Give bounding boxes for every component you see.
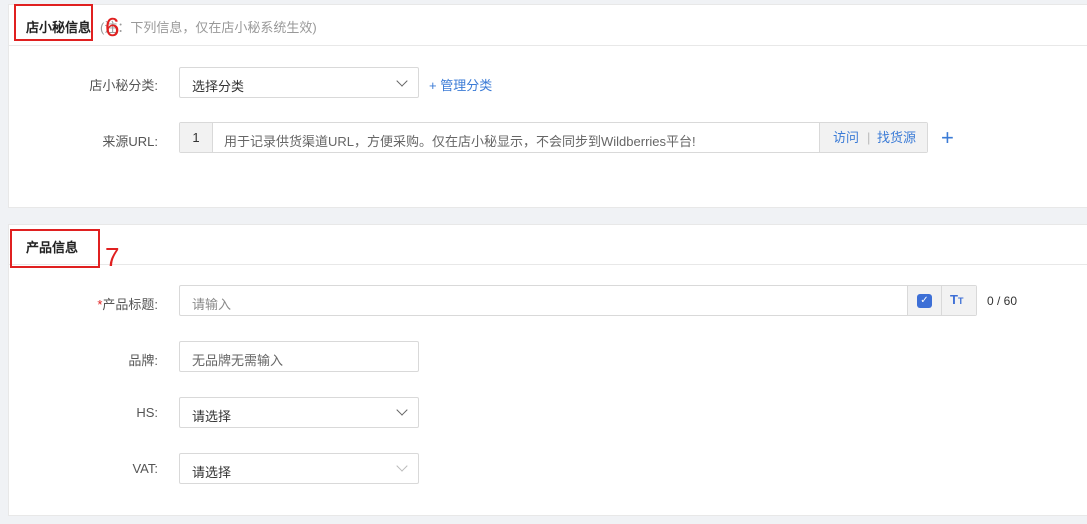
annotation-box-7: [10, 229, 100, 268]
add-url-button[interactable]: +: [941, 127, 954, 149]
annotation-marker-7: 7: [105, 242, 120, 272]
font-case-icon: TT: [950, 292, 964, 307]
chevron-down-icon: [396, 404, 408, 416]
manage-category-link[interactable]: + 管理分类: [429, 75, 492, 94]
font-case-button[interactable]: TT: [941, 286, 976, 315]
annotation-box-6: [14, 4, 93, 41]
store-info-note: (注：下列信息，仅在店小秘系统生效): [100, 20, 317, 35]
brand-input[interactable]: 无品牌无需输入: [179, 341, 419, 372]
category-select-value: 选择分类: [192, 79, 245, 94]
product-info-header: 产品信息: [9, 225, 1087, 265]
hs-select[interactable]: 请选择: [179, 397, 419, 428]
brand-input-placeholder: 无品牌无需输入: [192, 353, 284, 368]
vat-select-placeholder: 请选择: [192, 465, 232, 480]
action-separator: |: [867, 130, 871, 145]
vat-label: VAT:: [132, 461, 158, 476]
category-label: 店小秘分类:: [89, 78, 158, 93]
source-url-label: 来源URL:: [102, 134, 158, 149]
chevron-down-icon: [396, 460, 408, 472]
chevron-down-icon: [396, 75, 408, 87]
annotation-marker-6: 6: [105, 12, 120, 42]
source-url-index: 1: [180, 123, 213, 152]
translate-icon: ✓: [917, 294, 932, 308]
product-title-label: *产品标题:: [0, 294, 158, 313]
product-title-input-group: 请输入 ✓ TT: [179, 285, 977, 316]
vat-select[interactable]: 请选择: [179, 453, 419, 484]
category-select[interactable]: 选择分类: [179, 67, 419, 98]
source-url-input[interactable]: 用于记录供货渠道URL，方便采购。仅在店小秘显示，不会同步到Wildberrie…: [224, 131, 696, 150]
hs-select-placeholder: 请选择: [192, 409, 232, 424]
visit-link[interactable]: 访问: [833, 123, 859, 152]
title-char-counter: 0 / 60: [987, 294, 1018, 308]
source-url-actions: 访问 | 找货源: [819, 123, 927, 152]
source-url-input-group: 1 用于记录供货渠道URL，方便采购。仅在店小秘显示，不会同步到Wildberr…: [179, 122, 928, 153]
translate-button[interactable]: ✓: [907, 286, 942, 315]
brand-label: 品牌:: [128, 353, 158, 368]
store-info-header: 店小秘信息 (注：下列信息，仅在店小秘系统生效): [9, 5, 1087, 46]
product-title-input[interactable]: 请输入: [192, 294, 231, 313]
product-title-label-text: 产品标题:: [102, 297, 158, 312]
product-info-card: 产品信息: [8, 224, 1087, 516]
store-info-card: 店小秘信息 (注：下列信息，仅在店小秘系统生效): [8, 4, 1087, 208]
hs-label: HS:: [136, 405, 158, 420]
find-supply-link[interactable]: 找货源: [877, 123, 916, 152]
